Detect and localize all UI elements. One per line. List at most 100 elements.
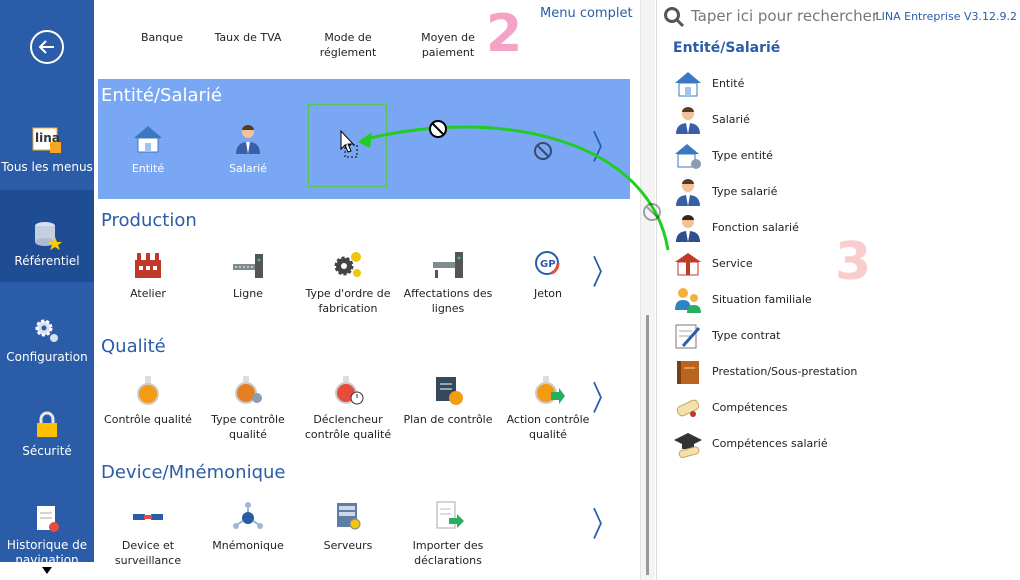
list-item-type-salarie[interactable]: Type salarié bbox=[673, 176, 993, 208]
list-item-situation-familiale[interactable]: Situation familiale bbox=[673, 284, 993, 316]
nav-item-configuration[interactable]: Configuration bbox=[0, 316, 94, 365]
section-title: Qualité bbox=[101, 336, 166, 357]
hub-nodes-icon bbox=[231, 500, 265, 532]
tile-label: Type d'ordre de fabrication bbox=[305, 287, 391, 315]
section-next-chevron[interactable]: 〉 bbox=[592, 120, 616, 169]
list-item-salarie[interactable]: Salarié bbox=[673, 104, 993, 136]
tile-label: Serveurs bbox=[323, 539, 373, 552]
nav-item-referentiel[interactable]: Référentiel bbox=[0, 190, 94, 282]
list-item-fonction-salarie[interactable]: Fonction salarié bbox=[673, 212, 993, 244]
tile-label: Ligne bbox=[233, 287, 263, 300]
section-entite-salarie: Entité/Salarié Entité Salarié 〉 bbox=[98, 79, 630, 199]
list-item-type-entite[interactable]: Type entité bbox=[673, 140, 993, 172]
tile-controle-qualite[interactable]: Contrôle qualité bbox=[98, 374, 198, 427]
list-item-type-contrat[interactable]: Type contrat bbox=[673, 320, 993, 352]
section-production: Production Atelier Ligne Type d'ordre de… bbox=[98, 204, 630, 324]
house-gear-icon bbox=[673, 142, 703, 170]
house-icon bbox=[673, 70, 703, 98]
tile-serveurs[interactable]: Serveurs bbox=[298, 500, 398, 553]
tile-label: Mnémonique bbox=[212, 539, 284, 552]
flask-gear-icon bbox=[231, 374, 265, 406]
nav-label: Référentiel bbox=[14, 254, 80, 268]
top-item-mode-reglement[interactable]: Mode de réglement bbox=[298, 30, 398, 60]
tile-declencheur-controle-qualite[interactable]: Déclencheur contrôle qualité bbox=[298, 374, 398, 442]
tile-entite[interactable]: Entité bbox=[98, 123, 198, 176]
tile-label: Jeton bbox=[533, 287, 563, 300]
section-qualite: Qualité Contrôle qualité Type contrôle q… bbox=[98, 330, 630, 450]
document-import-icon bbox=[431, 500, 465, 532]
tile-label: Action contrôle qualité bbox=[506, 413, 590, 441]
search-icon bbox=[664, 7, 685, 28]
nav-item-historique[interactable]: Historique de navigation bbox=[0, 504, 94, 568]
nav-label: Configuration bbox=[6, 350, 88, 364]
section-title: Device/Mnémonique bbox=[101, 462, 286, 483]
section-next-chevron[interactable]: 〉 bbox=[592, 371, 616, 420]
list-item-label: Type salarié bbox=[712, 185, 778, 198]
document-history-icon bbox=[32, 504, 62, 534]
token-gp-icon: GP bbox=[531, 248, 565, 280]
tile-ligne[interactable]: Ligne bbox=[198, 248, 298, 301]
tile-label: Déclencheur contrôle qualité bbox=[304, 413, 392, 441]
tile-plan-controle[interactable]: Plan de contrôle bbox=[398, 374, 498, 427]
section-device-mnemonique: Device/Mnémonique Device et surveillance… bbox=[98, 456, 630, 576]
top-shortcuts: Banque Taux de TVA Mode de réglement Moy… bbox=[94, 0, 640, 76]
tile-label: Type contrôle qualité bbox=[211, 413, 285, 441]
tile-label: Affectations des lignes bbox=[403, 287, 493, 315]
top-item-banque[interactable]: Banque bbox=[112, 30, 212, 45]
scrollbar-thumb[interactable] bbox=[646, 315, 649, 575]
list-item-label: Entité bbox=[712, 77, 745, 90]
tile-label: Plan de contrôle bbox=[403, 413, 493, 426]
diploma-scroll-icon bbox=[673, 394, 703, 422]
search-box[interactable]: Taper ici pour rechercher bbox=[663, 6, 883, 28]
search-input[interactable]: Taper ici pour rechercher bbox=[691, 7, 878, 25]
list-item-label: Prestation/Sous-prestation bbox=[712, 365, 858, 378]
top-item-moyen-paiement[interactable]: Moyen de paiement bbox=[398, 30, 498, 60]
gears-icon bbox=[32, 316, 62, 346]
arrow-left-icon bbox=[38, 40, 54, 54]
checklist-flask-icon bbox=[431, 374, 465, 406]
flask-icon bbox=[131, 374, 165, 406]
lina-logo-icon: lina bbox=[32, 126, 62, 156]
tile-atelier[interactable]: Atelier bbox=[98, 248, 198, 301]
person-tie-icon bbox=[673, 178, 703, 206]
list-item-label: Type entité bbox=[712, 149, 773, 162]
nav-label: Sécurité bbox=[22, 444, 72, 458]
section-title: Production bbox=[101, 210, 197, 231]
list-item-competences-salarie[interactable]: Compétences salarié bbox=[673, 428, 993, 460]
top-item-taux-tva[interactable]: Taux de TVA bbox=[198, 30, 298, 45]
factory-icon bbox=[131, 248, 165, 280]
list-item-service[interactable]: Service bbox=[673, 248, 993, 280]
panel-title: Entité/Salarié bbox=[673, 40, 781, 56]
list-item-label: Compétences bbox=[712, 401, 788, 414]
drag-cursor-icon bbox=[340, 129, 358, 158]
tile-affectations-lignes[interactable]: Affectations des lignes bbox=[398, 248, 498, 316]
list-item-label: Salarié bbox=[712, 113, 750, 126]
tile-device-surveillance[interactable]: Device et surveillance bbox=[98, 500, 198, 568]
nav-item-securite[interactable]: Sécurité bbox=[0, 410, 94, 459]
tile-type-controle-qualite[interactable]: Type contrôle qualité bbox=[198, 374, 298, 442]
nav-scroll-down[interactable] bbox=[0, 562, 94, 580]
drop-target-placeholder[interactable] bbox=[308, 104, 387, 187]
tile-type-ordre-fabrication[interactable]: Type d'ordre de fabrication bbox=[298, 248, 398, 316]
tile-label: Importer des déclarations bbox=[412, 539, 484, 567]
tile-label: Atelier bbox=[130, 287, 166, 300]
back-button[interactable] bbox=[30, 30, 64, 64]
book-icon bbox=[673, 358, 703, 386]
section-next-chevron[interactable]: 〉 bbox=[592, 497, 616, 546]
tile-label: Contrôle qualité bbox=[104, 413, 192, 426]
section-next-chevron[interactable]: 〉 bbox=[592, 245, 616, 294]
list-item-competences[interactable]: Compétences bbox=[673, 392, 993, 424]
tile-action-controle-qualite[interactable]: Action contrôle qualité bbox=[498, 374, 598, 442]
flask-arrow-icon bbox=[531, 374, 565, 406]
tile-jeton[interactable]: GP Jeton bbox=[498, 248, 598, 301]
gift-house-icon bbox=[673, 250, 703, 278]
tile-importer-declarations[interactable]: Importer des déclarations bbox=[398, 500, 498, 568]
top-item-label: Mode de réglement bbox=[319, 31, 377, 59]
tile-salarie[interactable]: Salarié bbox=[198, 123, 298, 176]
nav-item-tous-les-menus[interactable]: lina Tous les menus bbox=[0, 126, 94, 175]
menu-complet-link[interactable]: Menu complet bbox=[540, 6, 633, 21]
main-scrollbar[interactable] bbox=[640, 0, 655, 580]
tile-mnemonique[interactable]: Mnémonique bbox=[198, 500, 298, 553]
list-item-entite[interactable]: Entité bbox=[673, 68, 993, 100]
list-item-prestation[interactable]: Prestation/Sous-prestation bbox=[673, 356, 993, 388]
